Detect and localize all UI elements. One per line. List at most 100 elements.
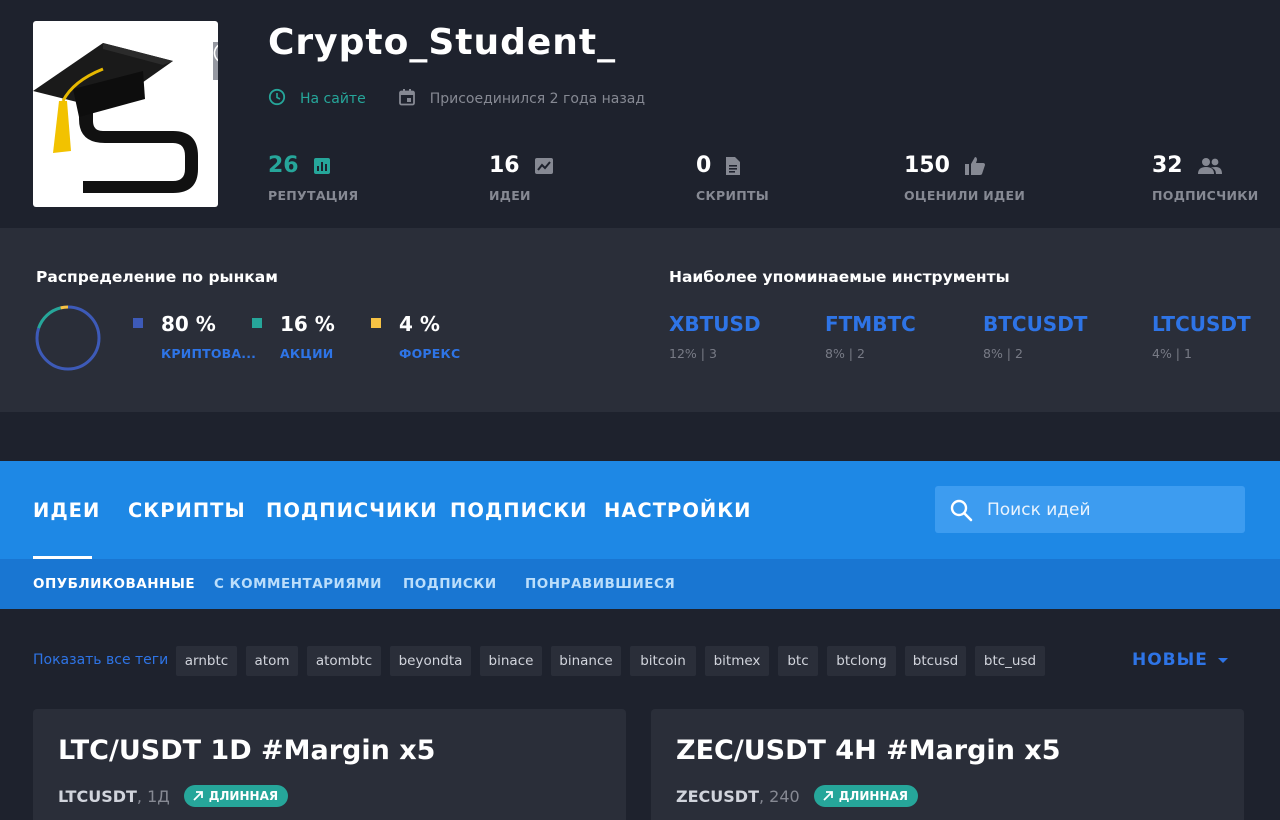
profile-header: Crypto_Student_ На сайте Присоединился 2… [0, 0, 1280, 228]
instrument-meta: 8% | 2 [825, 346, 865, 361]
instrument-meta: 4% | 1 [1152, 346, 1192, 361]
legend-swatch [252, 318, 262, 328]
tag-chip[interactable]: bitcoin [630, 646, 696, 676]
stat-value: 32 [1152, 153, 1183, 178]
search-box[interactable] [935, 486, 1245, 533]
market-item-stocks[interactable]: 16 % АКЦИИ [252, 312, 335, 361]
tab-followers[interactable]: ПОДПИСЧИКИ [266, 499, 438, 522]
sort-dropdown[interactable]: НОВЫЕ [1132, 650, 1228, 670]
instrument-item[interactable]: XBTUSD 12% | 3 [669, 312, 761, 361]
instrument-item[interactable]: LTCUSDT 4% | 1 [1152, 312, 1251, 361]
avatar [33, 21, 218, 207]
stat-value: 16 [489, 153, 520, 178]
search-input[interactable] [987, 499, 1227, 520]
subtab-subscriptions[interactable]: ПОДПИСКИ [403, 576, 497, 592]
tag-chip[interactable]: arnbtc [176, 646, 237, 676]
idea-symbol[interactable]: LTCUSDT [58, 787, 137, 806]
chart-line-icon [534, 157, 553, 174]
market-section: Распределение по рынкам 80 % КРИПТОВА...… [0, 228, 1280, 412]
instrument-meta: 8% | 2 [983, 346, 1023, 361]
tag-chip[interactable]: binance [551, 646, 621, 676]
tag-chip[interactable]: btcusd [905, 646, 966, 676]
caret-down-icon [1217, 657, 1228, 663]
people-icon [1197, 157, 1222, 174]
market-item-crypto[interactable]: 80 % КРИПТОВА... [133, 312, 257, 361]
idea-timeframe: , 240 [758, 786, 800, 806]
show-all-tags-link[interactable]: Показать все теги [33, 652, 168, 668]
tag-chip[interactable]: atom [246, 646, 298, 676]
section-gap [0, 412, 1280, 461]
tag-chip[interactable]: atombtc [307, 646, 381, 676]
stat-followers[interactable]: 32 ПОДПИСЧИКИ [1152, 153, 1259, 203]
idea-timeframe: , 1Д [136, 786, 170, 806]
stat-value: 150 [904, 153, 950, 178]
market-name: ФОРЕКС [399, 346, 461, 361]
tag-chip[interactable]: beyondta [390, 646, 471, 676]
badge-label: ДЛИННАЯ [208, 789, 279, 803]
stat-label: СКРИПТЫ [696, 188, 770, 203]
stat-label: РЕПУТАЦИЯ [268, 188, 359, 203]
clock-icon [268, 88, 286, 110]
market-item-forex[interactable]: 4 % ФОРЕКС [371, 312, 461, 361]
stat-value: 26 [268, 153, 299, 178]
tag-chip[interactable]: bitmex [705, 646, 769, 676]
tag-chip[interactable]: btclong [827, 646, 896, 676]
stat-reputation[interactable]: 26 РЕПУТАЦИЯ [268, 153, 358, 203]
idea-card[interactable]: ZEC/USDT 4H #Margin x5 ZECUSDT , 240 ДЛИ… [651, 709, 1244, 820]
idea-meta: ZECUSDT , 240 ДЛИННАЯ [676, 785, 919, 807]
tab-scripts[interactable]: СКРИПТЫ [128, 499, 246, 522]
market-name: АКЦИИ [280, 346, 334, 361]
market-name: КРИПТОВА... [161, 346, 257, 361]
instrument-symbol: FTMBTC [825, 312, 916, 336]
stat-scripts[interactable]: 0 СКРИПТЫ [696, 153, 769, 203]
document-icon [726, 156, 741, 175]
idea-meta: LTCUSDT , 1Д ДЛИННАЯ [58, 785, 289, 807]
tag-chip[interactable]: btc [778, 646, 818, 676]
instrument-symbol: LTCUSDT [1152, 312, 1251, 336]
tag-chip[interactable]: binace [480, 646, 542, 676]
subtab-commented[interactable]: С КОММЕНТАРИЯМИ [214, 576, 382, 592]
info-icon[interactable] [213, 42, 218, 80]
idea-title[interactable]: ZEC/USDT 4H #Margin x5 [676, 735, 1061, 766]
instrument-item[interactable]: FTMBTC 8% | 2 [825, 312, 916, 361]
idea-symbol[interactable]: ZECUSDT [676, 787, 759, 806]
tab-following[interactable]: ПОДПИСКИ [450, 499, 587, 522]
stat-label: ОЦЕНИЛИ ИДЕИ [904, 188, 1026, 203]
idea-title[interactable]: LTC/USDT 1D #Margin x5 [58, 735, 435, 766]
bar-chart-icon [313, 157, 330, 174]
calendar-icon [398, 88, 416, 110]
tab-ideas[interactable]: ИДЕИ [33, 499, 100, 522]
online-status: На сайте [300, 91, 366, 107]
tab-settings[interactable]: НАСТРОЙКИ [604, 499, 751, 522]
subtab-liked[interactable]: ПОНРАВИВШИЕСЯ [525, 576, 675, 592]
stat-ideas[interactable]: 16 ИДЕИ [489, 153, 554, 203]
instrument-item[interactable]: BTCUSDT 8% | 2 [983, 312, 1087, 361]
search-icon [950, 499, 973, 521]
market-donut [35, 305, 101, 371]
legend-swatch [133, 318, 143, 328]
market-percent: 4 % [399, 312, 440, 336]
idea-card[interactable]: LTC/USDT 1D #Margin x5 LTCUSDT , 1Д ДЛИН… [33, 709, 626, 820]
status-row: На сайте Присоединился 2 года назад [268, 88, 645, 110]
market-percent: 80 % [161, 312, 216, 336]
tag-chip[interactable]: btc_usd [975, 646, 1045, 676]
joined-date: Присоединился 2 года назад [429, 91, 646, 107]
stat-label: ПОДПИСЧИКИ [1152, 188, 1259, 203]
arrow-up-right-icon [823, 791, 833, 801]
thumbs-up-icon [964, 156, 985, 175]
stat-liked-ideas[interactable]: 150 ОЦЕНИЛИ ИДЕИ [904, 153, 1025, 203]
instruments-title: Наиболее упоминаемые инструменты [669, 268, 1010, 286]
profile-nav: ИДЕИ СКРИПТЫ ПОДПИСЧИКИ ПОДПИСКИ НАСТРОЙ… [0, 461, 1280, 559]
username: Crypto_Student_ [268, 22, 617, 63]
arrow-up-right-icon [193, 791, 203, 801]
market-percent: 16 % [280, 312, 335, 336]
instrument-symbol: XBTUSD [669, 312, 761, 336]
long-badge: ДЛИННАЯ [813, 785, 919, 807]
sort-label: НОВЫЕ [1132, 650, 1208, 670]
instrument-symbol: BTCUSDT [983, 312, 1088, 336]
stat-value: 0 [696, 153, 712, 178]
subtab-published[interactable]: ОПУБЛИКОВАННЫЕ [33, 576, 195, 592]
badge-label: ДЛИННАЯ [838, 789, 909, 803]
legend-swatch [371, 318, 381, 328]
long-badge: ДЛИННАЯ [183, 785, 289, 807]
